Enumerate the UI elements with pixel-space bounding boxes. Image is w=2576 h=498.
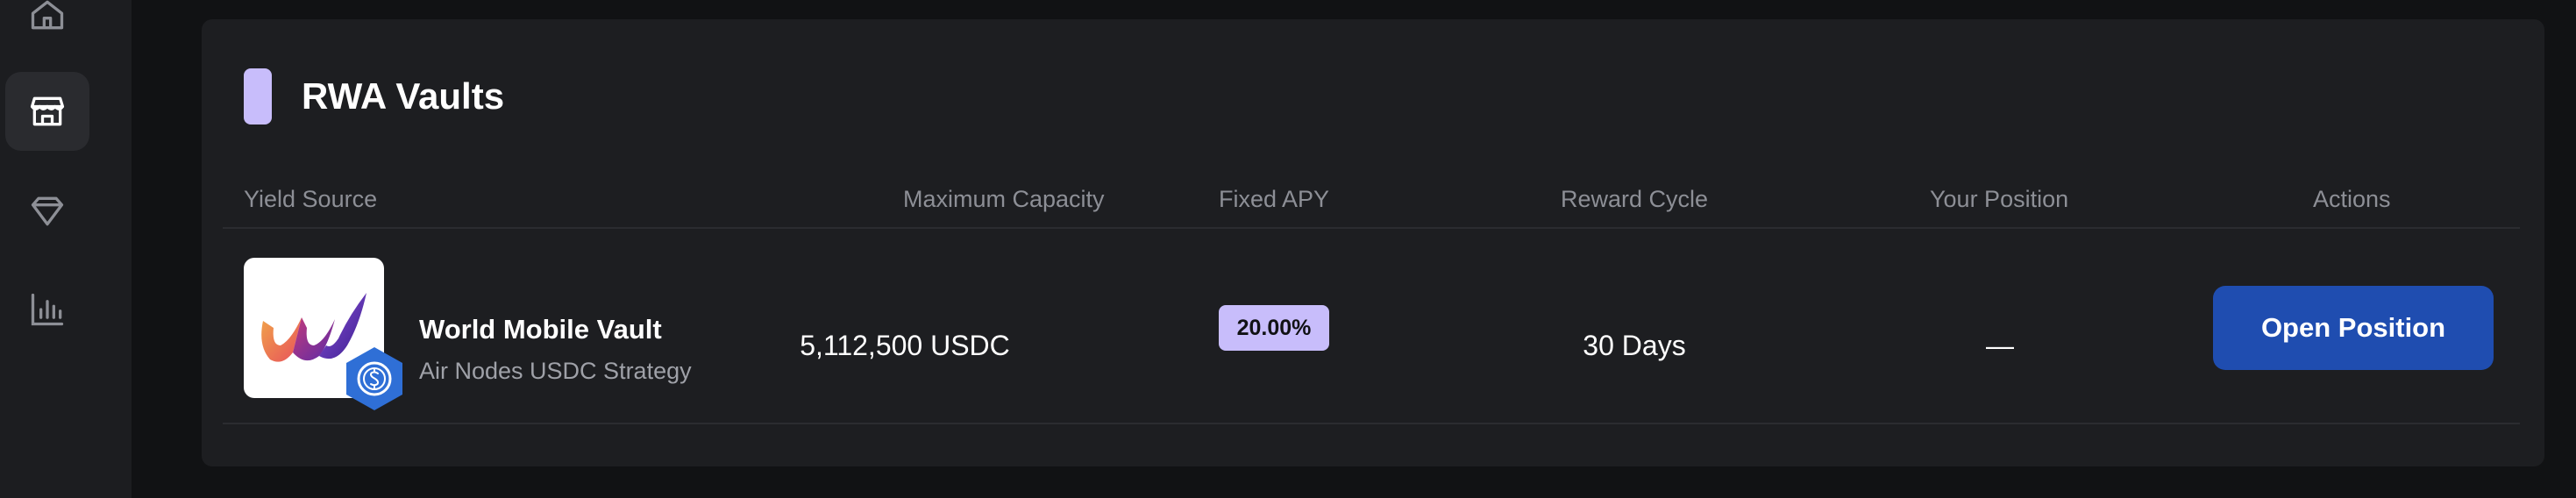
column-header-fixed-apy: Fixed APY [1219,186,1330,212]
usdc-icon [346,347,402,410]
sidebar [0,0,132,498]
section-title: RWA Vaults [302,75,505,117]
max-capacity-value: 5,112,500 USDC [800,330,1010,361]
vault-name: World Mobile Vault [419,314,662,345]
column-header-max-capacity: Maximum Capacity [903,186,1105,212]
nav-diamond[interactable] [5,172,89,251]
your-position-value: — [1986,330,2014,361]
rwa-vaults-card: RWA Vaults Yield Source Maximum Capacity… [202,19,2544,466]
store-icon [30,96,65,126]
column-header-actions: Actions [2313,186,2391,212]
column-header-your-position: Your Position [1930,186,2069,212]
diamond-icon [31,196,64,226]
nav-analytics[interactable] [5,270,89,349]
section-header: RWA Vaults [244,68,504,125]
title-accent-bar [244,68,272,125]
bar-chart-icon [31,293,64,326]
column-header-reward-cycle: Reward Cycle [1561,186,1709,212]
open-position-button[interactable]: Open Position [2213,286,2494,370]
nav-home[interactable] [5,0,89,54]
row-divider [223,423,2520,424]
header-divider [223,227,2520,229]
fixed-apy-badge: 20.00% [1219,305,1329,351]
reward-cycle-value: 30 Days [1583,330,1686,361]
vault-strategy: Air Nodes USDC Strategy [419,358,692,384]
nav-store[interactable] [5,72,89,151]
home-icon [31,0,64,30]
column-header-yield-source: Yield Source [244,186,378,212]
